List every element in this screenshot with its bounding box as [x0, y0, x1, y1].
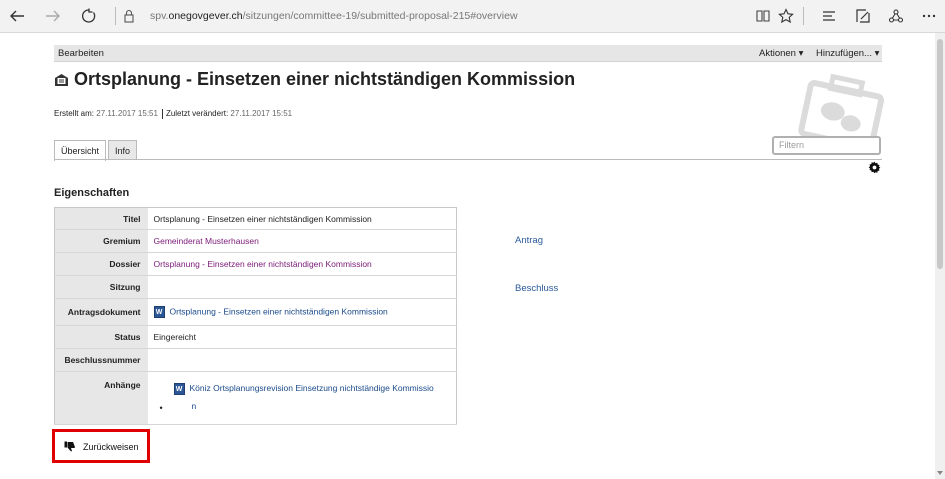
refresh-icon[interactable]	[78, 6, 100, 26]
actions-menu[interactable]: Aktionen ▾	[759, 48, 803, 59]
tab-overview[interactable]: Übersicht	[54, 140, 107, 161]
properties-heading: Eigenschaften	[54, 187, 130, 199]
browser-toolbar: spv.onegovgever.ch/sitzungen/committee-1…	[0, 0, 945, 33]
row-key: Gremium	[54, 229, 148, 253]
lock-icon	[118, 6, 140, 26]
table-row: Antragsdokument W Ortsplanung - Einsetzen…	[54, 298, 457, 326]
row-key: Status	[54, 325, 148, 349]
table-row: Status Eingereicht	[54, 325, 457, 349]
row-key: Beschlussnummer	[54, 348, 148, 372]
add-menu[interactable]: Hinzufügen... ▾	[816, 48, 879, 59]
status-value: Eingereicht	[147, 325, 457, 349]
share-icon[interactable]	[885, 6, 907, 26]
tabs-divider	[54, 159, 882, 160]
word-document-icon: W	[153, 306, 165, 318]
row-value	[147, 348, 457, 372]
beschluss-link[interactable]: Beschluss	[515, 283, 558, 294]
url-prefix: spv.	[150, 10, 169, 22]
hub-icon[interactable]	[818, 6, 840, 26]
antrag-link[interactable]: Antrag	[515, 235, 543, 246]
edit-bar: Bearbeiten Aktionen ▾ Hinzufügen... ▾	[54, 45, 882, 62]
created-value: 27.11.2017 15:51	[96, 109, 158, 119]
table-row: Dossier Ortsplanung - Einsetzen einer ni…	[54, 252, 457, 276]
back-icon[interactable]	[6, 6, 28, 26]
url-domain: onegovgever.ch	[168, 10, 243, 22]
page-content: Bearbeiten Aktionen ▾ Hinzufügen... ▾ Or…	[0, 33, 935, 479]
created-label: Erstellt am:	[54, 109, 95, 119]
row-value: Ortsplanung - Einsetzen einer nichtständ…	[147, 207, 457, 230]
table-row: Anhänge • W Köniz Ortsplanungsrevision Ei…	[54, 371, 457, 425]
modified-value: 27.11.2017 15:51	[230, 109, 293, 119]
more-icon[interactable]	[918, 6, 940, 26]
modified-label: Zuletzt verändert:	[165, 109, 229, 119]
properties-table: Titel Ortsplanung - Einsetzen einer nich…	[54, 207, 457, 425]
committee-link[interactable]: Gemeinderat Musterhausen	[154, 236, 259, 246]
reject-button[interactable]: Zurückweisen	[52, 429, 150, 463]
filter-input[interactable]: Filtern	[772, 136, 881, 155]
address-bar[interactable]: spv.onegovgever.ch/sitzungen/committee-1…	[150, 10, 518, 22]
row-key: Titel	[54, 207, 148, 230]
proposal-document-link[interactable]: Ortsplanung - Einsetzen einer nichtständ…	[170, 306, 388, 316]
reject-button-label: Zurückweisen	[83, 442, 139, 452]
scroll-down-arrow-icon[interactable]	[937, 471, 943, 475]
toolbar-separator	[803, 7, 804, 25]
scrollbar-thumb[interactable]	[937, 39, 943, 269]
attachment-link-continued[interactable]: n	[192, 401, 197, 411]
row-key: Sitzung	[54, 275, 148, 299]
document-meta: Erstellt am: 27.11.2017 15:51 Zuletzt ver…	[54, 109, 292, 119]
vertical-scrollbar[interactable]	[935, 33, 945, 479]
attachment-item: W Köniz Ortsplanungsrevision Einsetzung n…	[173, 379, 434, 415]
row-key: Antragsdokument	[54, 298, 148, 326]
tab-info[interactable]: Info	[108, 140, 138, 160]
forward-icon[interactable]	[42, 6, 64, 26]
table-row: Beschlussnummer	[54, 348, 457, 372]
favorite-star-icon[interactable]	[775, 6, 797, 26]
web-note-icon[interactable]	[852, 6, 874, 26]
page-title: Ortsplanung - Einsetzen einer nichtständ…	[74, 69, 576, 89]
proposal-icon	[55, 74, 68, 86]
table-row: Sitzung	[54, 275, 457, 299]
attachment-link[interactable]: Köniz Ortsplanungsrevision Einsetzung ni…	[190, 383, 434, 393]
table-row: Gremium Gemeinderat Musterhausen	[54, 229, 457, 253]
address-separator	[115, 7, 116, 25]
list-bullet: •	[159, 403, 163, 413]
gear-icon[interactable]	[868, 161, 881, 174]
edit-link[interactable]: Bearbeiten	[58, 48, 104, 59]
word-document-icon: W	[173, 382, 185, 395]
reading-view-icon[interactable]	[752, 6, 774, 26]
row-value	[147, 275, 457, 299]
table-row: Titel Ortsplanung - Einsetzen einer nich…	[54, 207, 457, 230]
thumbs-down-icon	[64, 441, 75, 452]
row-key: Anhänge	[54, 371, 148, 425]
row-key: Dossier	[54, 252, 148, 276]
dossier-link[interactable]: Ortsplanung - Einsetzen einer nichtständ…	[154, 259, 372, 269]
url-path: /sitzungen/committee-19/submitted-propos…	[242, 10, 518, 22]
